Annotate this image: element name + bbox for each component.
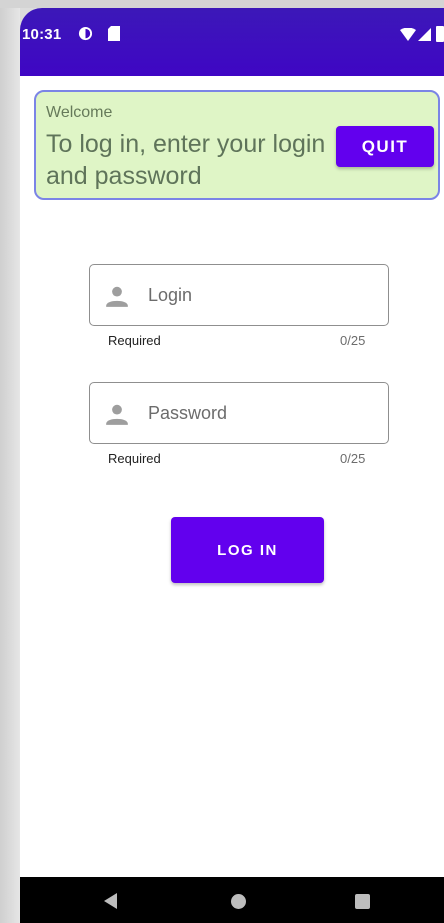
phone-screen: 10:31 Welcome To log in, enter your logi… [20, 8, 444, 923]
login-placeholder: Login [148, 285, 193, 305]
login-field[interactable]: Login [89, 264, 389, 326]
welcome-message: To log in, enter your login and password [46, 130, 326, 190]
battery-icon [436, 26, 444, 42]
quit-button[interactable]: QUIT [336, 126, 434, 167]
recents-icon[interactable] [355, 894, 370, 909]
data-saver-icon [78, 26, 93, 41]
password-placeholder: Password [148, 403, 228, 423]
login-button[interactable]: LOG IN [171, 517, 324, 583]
password-helper-text: Required [108, 451, 161, 466]
person-icon [106, 286, 128, 307]
device-bezel [0, 0, 20, 923]
status-bar: 10:31 [20, 8, 444, 76]
person-icon [106, 404, 128, 425]
password-field[interactable]: Password [89, 382, 389, 444]
home-icon[interactable] [231, 894, 246, 909]
wifi-icon [400, 28, 416, 41]
signal-icon [418, 28, 431, 41]
device-bezel-top [0, 0, 444, 8]
back-icon[interactable] [104, 893, 117, 909]
status-time: 10:31 [22, 26, 62, 43]
welcome-card: Welcome To log in, enter your login and … [34, 90, 440, 200]
navigation-bar [20, 877, 444, 923]
login-helper-text: Required [108, 333, 161, 348]
login-char-counter: 0/25 [340, 333, 366, 348]
welcome-label: Welcome [46, 104, 113, 121]
password-char-counter: 0/25 [340, 451, 366, 466]
sd-card-icon [108, 26, 120, 41]
